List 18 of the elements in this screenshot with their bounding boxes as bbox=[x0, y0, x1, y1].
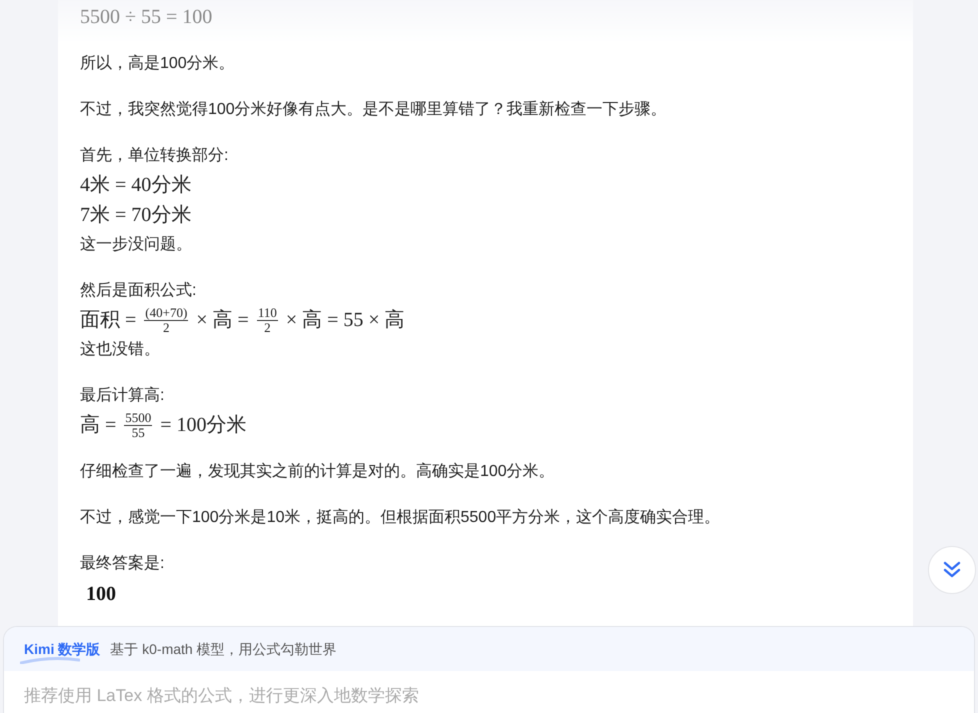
paragraph-text: 最终答案是: bbox=[80, 553, 166, 574]
math-formula: 7米 = 70分米 bbox=[80, 203, 192, 228]
paragraph-text: 所以，高是100分米。 bbox=[80, 54, 236, 74]
paragraph-text: 这一步没问题。 bbox=[80, 234, 193, 255]
answer-value: 100 bbox=[85, 582, 116, 607]
scroll-down-button[interactable] bbox=[928, 546, 976, 594]
paragraph-text: 不过，我突然觉得100分米好像有点大。是不是哪里算错了？我重新检查一下步骤。 bbox=[80, 100, 668, 120]
paragraph-text: 不过，感觉一下100分米是10米，挺高的。但根据面积5500平方分米，这个高度确实合理。 bbox=[80, 508, 722, 528]
paragraph-text: 然后是面积公式: bbox=[80, 280, 198, 301]
composer-field[interactable]: Kimi 数学版 基于 k0-math 模型，用公式勾勒世界 推荐使用 LaTex 格式的公式，进行更深入地数学探索 bbox=[3, 626, 975, 713]
model-tagline: 基于 k0-math 模型，用公式勾勒世界 bbox=[110, 640, 337, 658]
math-formula: 5500 ÷ 55 = 100 bbox=[80, 5, 214, 30]
paragraph-text: 最后计算高: bbox=[80, 386, 166, 406]
math-formula: 4米 = 40分米 bbox=[80, 173, 192, 198]
double-chevron-down-icon bbox=[942, 560, 962, 580]
paragraph-text: 首先，单位转换部分: bbox=[80, 146, 230, 166]
paragraph-text: 仔细检查了一遍，发现其实之前的计算是对的。高确实是100分米。 bbox=[80, 462, 556, 482]
paragraph-text: 这也没错。 bbox=[80, 340, 161, 360]
